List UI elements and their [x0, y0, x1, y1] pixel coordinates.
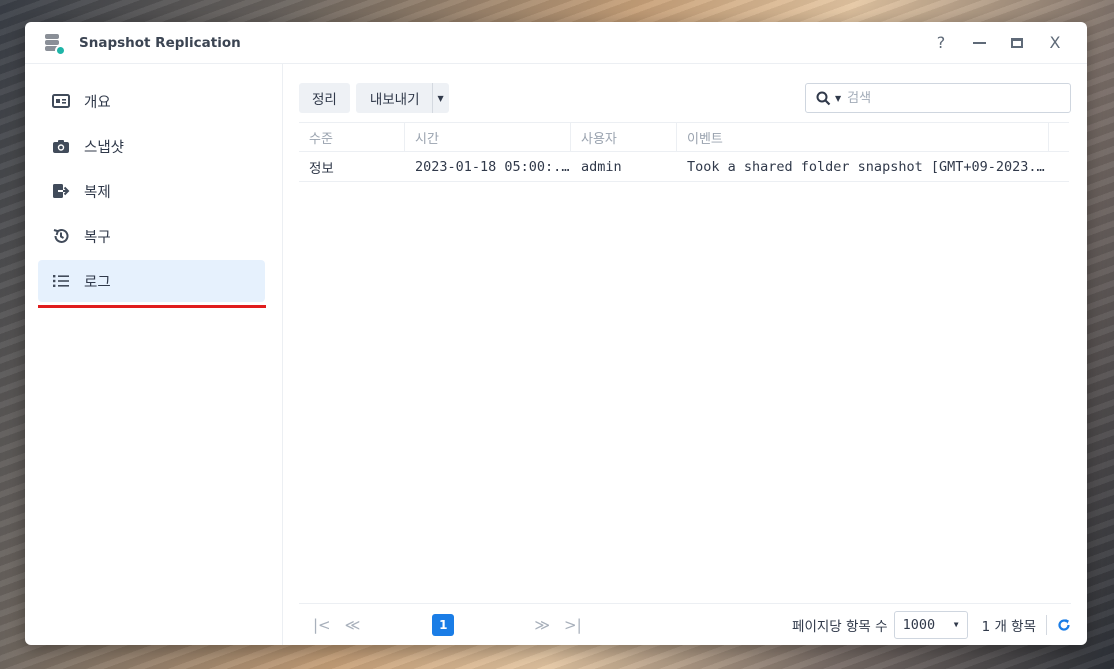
active-item-underline — [38, 305, 266, 308]
search-options-chevron-icon[interactable]: ▼ — [835, 94, 841, 103]
close-button[interactable]: X — [1047, 33, 1063, 52]
sidebar-item-label: 개요 — [84, 94, 111, 111]
sidebar-item-overview[interactable]: 개요 — [38, 80, 265, 122]
sidebar-item-replication[interactable]: 복제 — [38, 170, 265, 212]
minimize-button[interactable] — [971, 35, 987, 51]
list-icon — [52, 272, 70, 290]
search-box: ▼ — [805, 83, 1071, 113]
export-split-button: 내보내기 ▼ — [355, 83, 449, 113]
column-header-event[interactable]: 이벤트 — [677, 123, 1049, 151]
sidebar-item-label: 복제 — [84, 184, 111, 201]
sidebar-item-label: 복구 — [84, 229, 111, 246]
overview-icon — [52, 92, 70, 110]
minimize-icon — [972, 41, 986, 44]
sidebar-item-label: 스냅샷 — [84, 139, 125, 156]
toolbar: 정리 내보내기 ▼ ▼ — [299, 82, 1071, 114]
search-icon[interactable] — [816, 91, 831, 106]
previous-page-icon[interactable]: ≪ — [345, 616, 361, 634]
help-button[interactable]: ? — [933, 33, 949, 52]
cell-level: 정보 — [309, 160, 334, 177]
search-input[interactable] — [847, 90, 1048, 106]
app-window: Snapshot Replication ? X 개요 스냅샷 복제 복구 로그… — [25, 22, 1087, 645]
window-title: Snapshot Replication — [79, 34, 241, 51]
sidebar-item-snapshot[interactable]: 스냅샷 — [38, 125, 265, 167]
log-table: 수준 시간 사용자 이벤트 정보 2023-01-18 05:00:... ad… — [299, 122, 1069, 182]
replication-icon — [52, 182, 70, 200]
table-row[interactable]: 정보 2023-01-18 05:00:... admin Took a sha… — [299, 152, 1069, 182]
sidebar-item-log[interactable]: 로그 — [38, 260, 265, 302]
item-count: 1 개 항목 — [982, 614, 1047, 635]
column-header-time[interactable]: 시간 — [405, 123, 571, 151]
sidebar-item-label: 로그 — [84, 274, 111, 291]
maximize-button[interactable] — [1009, 35, 1025, 51]
cell-time: 2023-01-18 05:00:... — [415, 158, 571, 175]
table-header: 수준 시간 사용자 이벤트 — [299, 122, 1069, 152]
first-page-icon[interactable]: |< — [313, 616, 331, 634]
per-page-select[interactable]: 1000 ▼ — [893, 610, 968, 639]
camera-icon — [52, 137, 70, 155]
next-page-icon[interactable]: ≫ — [534, 616, 550, 634]
restore-icon — [52, 227, 70, 245]
sidebar: 개요 스냅샷 복제 복구 로그 — [25, 64, 283, 645]
sidebar-item-restore[interactable]: 복구 — [38, 215, 265, 257]
export-dropdown-toggle[interactable]: ▼ — [433, 83, 449, 113]
column-header-user[interactable]: 사용자 — [571, 123, 677, 151]
per-page-value: 1000 — [902, 616, 936, 633]
maximize-icon — [1011, 37, 1023, 48]
cell-event: Took a shared folder snapshot [GMT+09-20… — [687, 158, 1049, 175]
column-header-level[interactable]: 수준 — [299, 123, 405, 151]
log-panel: 정리 내보내기 ▼ ▼ 수준 시간 사용자 이벤 — [283, 64, 1087, 645]
chevron-down-icon: ▼ — [437, 93, 444, 103]
current-page-button[interactable]: 1 — [432, 613, 455, 636]
chevron-down-icon: ▼ — [953, 620, 959, 629]
export-button[interactable]: 내보내기 — [356, 83, 433, 113]
pagination-bar: |< ≪ 1 ≫ >| 페이지당 항목 수 1000 ▼ 1 개 항목 — [299, 603, 1071, 645]
cell-user: admin — [581, 158, 622, 175]
title-bar: Snapshot Replication ? X — [25, 22, 1087, 64]
per-page-label: 페이지당 항목 수 — [792, 618, 888, 635]
last-page-icon[interactable]: >| — [564, 616, 582, 634]
clear-button[interactable]: 정리 — [299, 83, 350, 113]
refresh-icon[interactable] — [1057, 618, 1071, 632]
snapshot-replication-app-icon — [43, 33, 66, 56]
window-controls: ? X — [933, 33, 1087, 52]
